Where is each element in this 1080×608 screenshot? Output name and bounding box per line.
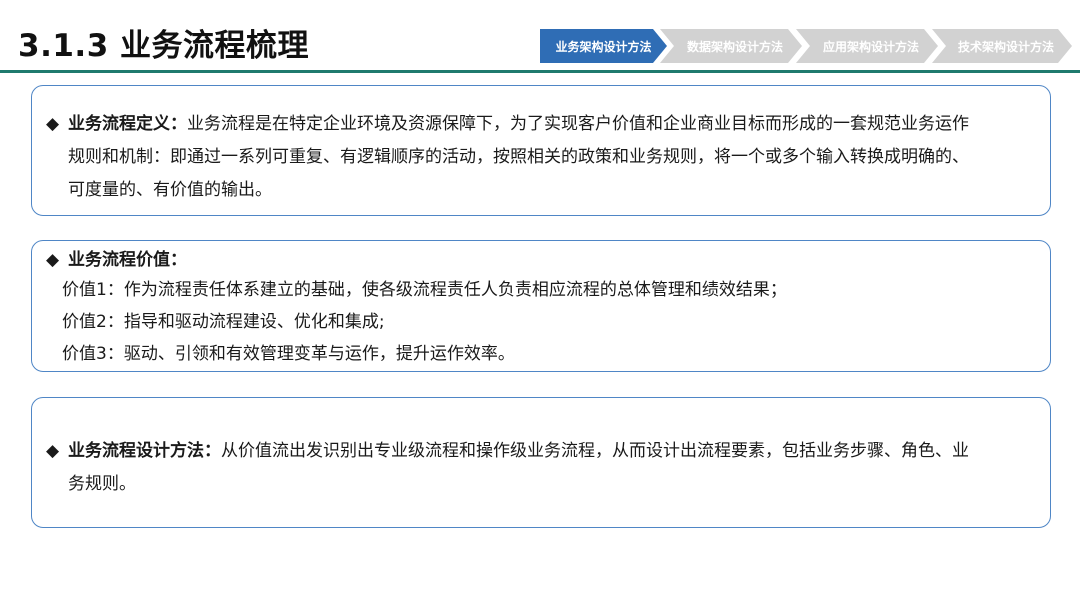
method-line-1: 从价值流出发识别出专业级流程和操作级业务流程，从而设计出流程要素，包括业务步骤、… <box>221 441 969 461</box>
method-line-2: 务规则。 <box>68 474 136 494</box>
definition-card: ◆ 业务流程定义：业务流程是在特定企业环境及资源保障下，为了实现客户价值和企业商业… <box>31 85 1051 216</box>
method-heading: 业务流程设计方法： <box>68 441 221 461</box>
value-item-1: 价值1：作为流程责任体系建立的基础，使各级流程责任人负责相应流程的总体管理和绩效… <box>62 280 787 300</box>
value-item-3: 价值3：驱动、引领和有效管理变革与运作，提升运作效率。 <box>62 344 515 364</box>
definition-line-2: 规则和机制：即通过一系列可重复、有逻辑顺序的活动，按照相关的政策和业务规则，将一… <box>68 147 969 167</box>
method-text: ◆ 业务流程设计方法：从价值流出发识别出专业级流程和操作级业务流程，从而设计出流程… <box>46 435 1028 501</box>
value-item-2: 价值2：指导和驱动流程建设、优化和集成; <box>62 312 385 332</box>
diamond-bullet-icon: ◆ <box>46 441 60 461</box>
step-business-architecture[interactable]: 业务架构设计方法 <box>540 29 667 63</box>
method-card: ◆ 业务流程设计方法：从价值流出发识别出专业级流程和操作级业务流程，从而设计出流程… <box>31 397 1051 528</box>
method-step-nav: 业务架构设计方法 数据架构设计方法 应用架构设计方法 技术架构设计方法 <box>540 29 1080 63</box>
definition-text: ◆ 业务流程定义：业务流程是在特定企业环境及资源保障下，为了实现客户价值和企业商业… <box>46 108 1028 207</box>
value-heading: 业务流程价值： <box>68 250 187 270</box>
diamond-bullet-icon: ◆ <box>46 250 60 270</box>
definition-line-3: 可度量的、有价值的输出。 <box>68 180 272 200</box>
step-application-architecture[interactable]: 应用架构设计方法 <box>796 29 938 63</box>
value-heading-line: ◆ 业务流程价值： <box>46 244 1028 277</box>
step-label: 数据架构设计方法 <box>686 39 783 54</box>
page-title: 3.1.3 业务流程梳理 <box>18 28 310 64</box>
step-data-architecture[interactable]: 数据架构设计方法 <box>660 29 802 63</box>
step-label: 应用架构设计方法 <box>822 39 919 54</box>
title-divider <box>0 70 1080 73</box>
diamond-bullet-icon: ◆ <box>46 114 60 134</box>
step-label: 技术架构设计方法 <box>957 39 1054 54</box>
definition-line-1: 业务流程是在特定企业环境及资源保障下，为了实现客户价值和企业商业目标而形成的一套… <box>187 114 969 134</box>
value-card: ◆ 业务流程价值： 价值1：作为流程责任体系建立的基础，使各级流程责任人负责相应流… <box>31 240 1051 372</box>
step-label: 业务架构设计方法 <box>555 39 652 54</box>
step-technology-architecture[interactable]: 技术架构设计方法 <box>932 29 1072 63</box>
definition-heading: 业务流程定义： <box>68 114 187 134</box>
